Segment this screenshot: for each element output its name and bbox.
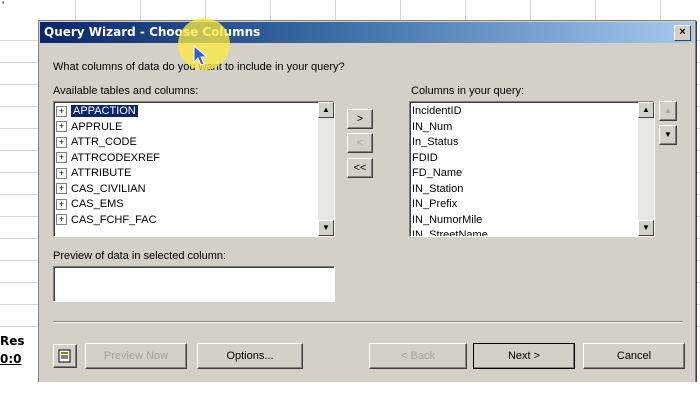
expand-plus-icon[interactable]: + — [56, 214, 67, 226]
preview-now-button[interactable]: Preview Now — [85, 343, 187, 369]
scroll-up-icon[interactable]: ▲ — [318, 102, 334, 118]
expand-plus-icon[interactable]: + — [56, 121, 67, 133]
scroll-down-icon[interactable]: ▼ — [318, 220, 334, 236]
expand-plus-icon[interactable]: + — [56, 183, 67, 195]
query-column-item[interactable]: IN_Prefix — [410, 197, 654, 213]
options-label: Options... — [226, 350, 274, 362]
next-button[interactable]: Next > — [473, 343, 575, 369]
available-table-label: ATTR_CODE — [71, 136, 137, 148]
cancel-label: Cancel — [616, 350, 652, 362]
available-table-item[interactable]: + APPRULE — [54, 120, 334, 136]
available-table-label: CAS_FCHF_FAC — [71, 213, 157, 226]
query-column-item[interactable]: IN_StreetName — [410, 228, 654, 236]
expand-plus-icon[interactable]: + — [56, 198, 67, 210]
query-column-item[interactable]: IN_Num — [410, 120, 654, 136]
query-scrollbar[interactable]: ▲ ▼ — [638, 102, 654, 236]
back-label: < Back — [401, 350, 435, 362]
options-button[interactable]: Options... — [197, 343, 303, 369]
available-label: Available tables and columns: — [53, 85, 199, 97]
query-column-item[interactable]: IncidentID — [410, 104, 654, 120]
move-up-icon: ▲ — [664, 106, 672, 115]
expand-plus-icon[interactable]: + — [56, 105, 67, 117]
move-down-button[interactable]: ▼ — [659, 125, 677, 145]
scroll-down-icon[interactable]: ▼ — [638, 220, 654, 236]
query-wizard-dialog: Query Wizard - Choose Columns × What col… — [38, 20, 696, 384]
query-columns-label: Columns in your query: — [411, 85, 525, 97]
query-column-item[interactable]: In_Status — [410, 135, 654, 151]
remove-column-button[interactable]: < — [347, 133, 373, 153]
preview-now-label: Preview Now — [103, 350, 169, 362]
query-column-item[interactable]: FD_Name — [410, 166, 654, 182]
sheet-bottom-strip — [0, 382, 700, 397]
preview-data-box — [53, 266, 335, 302]
add-arrow-icon: > — [356, 113, 364, 125]
expand-plus-icon[interactable]: + — [56, 152, 67, 164]
available-table-label: CAS_CIVILIAN — [71, 182, 146, 195]
remove-arrow-icon: < — [356, 137, 364, 149]
remove-all-columns-button[interactable]: << — [347, 158, 373, 178]
available-table-item[interactable]: + ATTRIBUTE — [54, 166, 334, 182]
available-table-label: ATTRCODEXREF — [71, 151, 161, 164]
available-table-label: CAS_EMS — [71, 198, 124, 210]
query-column-item[interactable]: FDID — [410, 151, 654, 167]
move-up-button[interactable]: ▲ — [659, 101, 677, 121]
help-button[interactable] — [53, 344, 77, 368]
close-button[interactable]: × — [674, 25, 691, 41]
add-column-button[interactable]: > — [347, 109, 373, 129]
available-table-item[interactable]: + ATTR_CODE — [54, 135, 334, 151]
query-columns-list[interactable]: IncidentID IN_Num In_Status FDID FD_Name IN_S… — [409, 101, 655, 237]
sheet-row-label-time[interactable]: 0:0 — [0, 352, 22, 366]
mouse-pointer-icon — [193, 45, 209, 66]
query-column-item[interactable]: IN_NumorMile — [410, 213, 654, 229]
remove-all-arrow-icon: << — [353, 162, 367, 174]
available-table-item[interactable]: + APPACTION — [54, 104, 334, 120]
sheet-top-fragment: ' — [2, 0, 5, 12]
move-down-icon: ▼ — [664, 130, 672, 139]
sheet-row-label-res[interactable]: Res — [0, 334, 25, 348]
expand-plus-icon[interactable]: + — [56, 167, 67, 179]
query-column-item[interactable]: IN_Station — [410, 182, 654, 198]
next-label: Next > — [507, 350, 541, 362]
cancel-button[interactable]: Cancel — [583, 343, 685, 369]
available-tables-list[interactable]: + APPACTION + APPRULE + ATTR_CODE + ATTRCODEXRE… — [53, 101, 335, 237]
help-book-icon — [58, 349, 71, 363]
expand-plus-icon[interactable]: + — [56, 136, 67, 148]
close-icon: × — [679, 26, 686, 38]
dialog-titlebar[interactable]: Query Wizard - Choose Columns × — [40, 22, 694, 43]
back-button[interactable]: < Back — [369, 343, 467, 369]
available-table-item[interactable]: + CAS_CIVILIAN — [54, 182, 334, 198]
available-table-label: APPRULE — [71, 120, 123, 133]
available-table-label: ATTRIBUTE — [71, 167, 132, 179]
preview-label: Preview of data in selected column: — [53, 250, 227, 262]
available-scrollbar[interactable]: ▲ ▼ — [318, 102, 334, 236]
scroll-up-icon[interactable]: ▲ — [638, 102, 654, 118]
available-table-item[interactable]: + CAS_FCHF_FAC — [54, 213, 334, 229]
available-table-item[interactable]: + CAS_EMS — [54, 197, 334, 213]
footer-separator — [53, 321, 683, 323]
available-table-label: APPACTION — [71, 105, 138, 117]
available-table-item[interactable]: + ATTRCODEXREF — [54, 151, 334, 167]
